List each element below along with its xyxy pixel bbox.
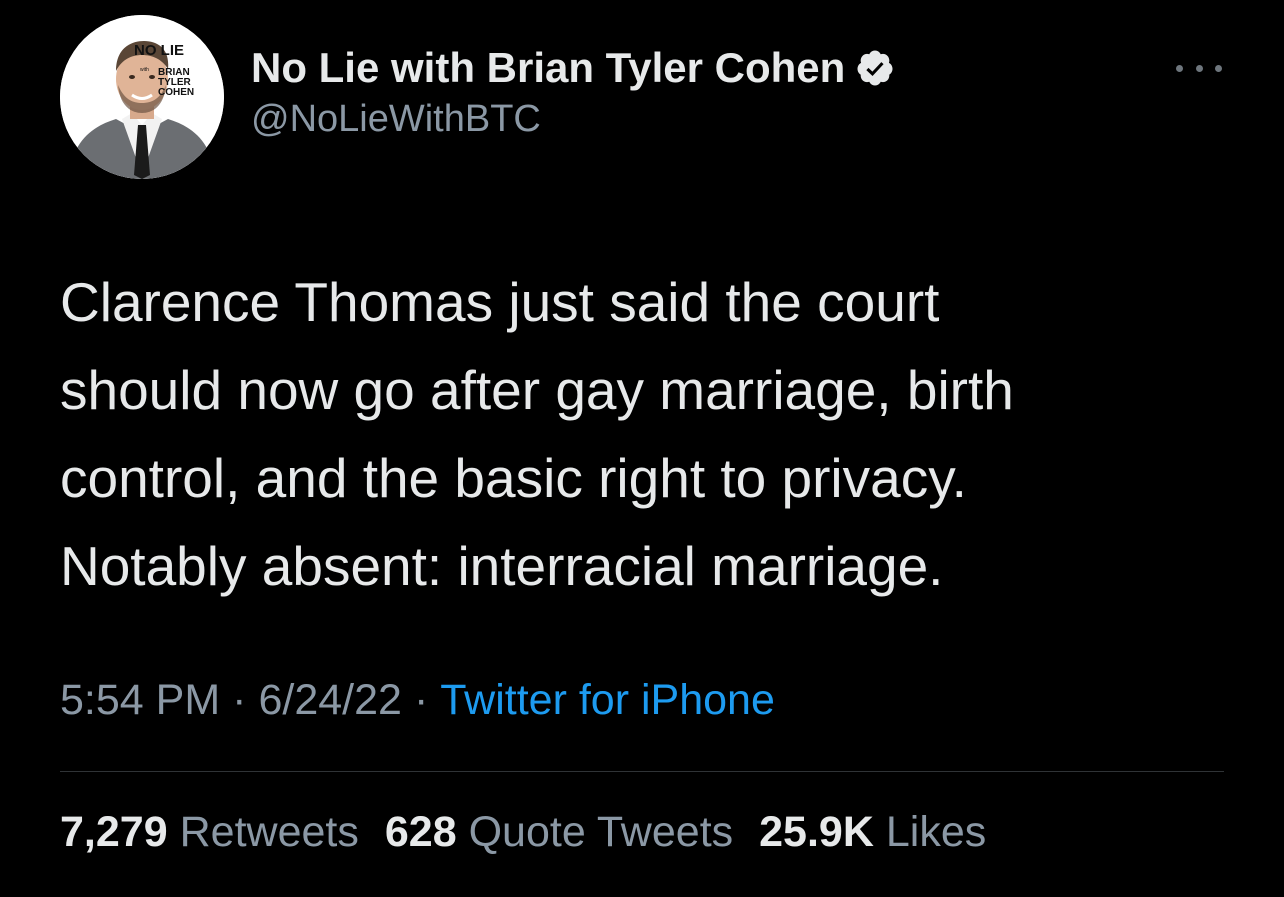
retweets-count: 7,279 (60, 808, 168, 856)
tweet-date[interactable]: 6/24/22 (258, 676, 401, 725)
retweets-stat[interactable]: 7,279 Retweets (60, 808, 359, 857)
tweet-stats: 7,279 Retweets 628 Quote Tweets 25.9K Likes (60, 808, 1012, 857)
likes-label: Likes (885, 808, 987, 856)
more-dot (1195, 64, 1203, 72)
svg-text:NO LIE: NO LIE (134, 42, 184, 59)
display-name[interactable]: No Lie with Brian Tyler Cohen (251, 44, 845, 92)
verified-badge-icon (855, 48, 895, 88)
svg-text:COHEN: COHEN (158, 87, 194, 98)
tweet-time[interactable]: 5:54 PM (60, 676, 220, 725)
more-dot (1176, 64, 1183, 72)
tweet-detail: NO LIE with BRIAN TYLER COHEN No Lie wit… (0, 0, 1284, 897)
svg-text:with: with (140, 67, 149, 73)
quote-tweets-label: Quote Tweets (468, 808, 734, 856)
meta-separator: · (232, 676, 247, 724)
retweets-label: Retweets (179, 808, 359, 856)
meta-separator: · (413, 676, 429, 724)
tweet-text: Clarence Thomas just said the court shou… (60, 271, 1014, 597)
quote-tweets-stat[interactable]: 628 Quote Tweets (385, 808, 733, 857)
handle[interactable]: @NoLieWithBTC (251, 98, 895, 141)
author-info: No Lie with Brian Tyler Cohen @NoLieWith… (251, 40, 895, 141)
likes-stat[interactable]: 25.9K Likes (759, 808, 986, 857)
more-dot (1215, 64, 1222, 72)
avatar[interactable]: NO LIE with BRIAN TYLER COHEN (60, 15, 224, 179)
tweet-source-link[interactable]: Twitter for iPhone (440, 676, 775, 725)
avatar-image: NO LIE with BRIAN TYLER COHEN (60, 15, 224, 179)
more-options-icon[interactable] (1176, 58, 1222, 78)
quote-tweets-count: 628 (384, 808, 457, 856)
divider (60, 771, 1224, 772)
likes-count: 25.9K (759, 808, 874, 856)
tweet-meta: 5:54 PM · 6/24/22 · Twitter for iPhone (60, 676, 775, 725)
display-name-row: No Lie with Brian Tyler Cohen (251, 40, 895, 96)
